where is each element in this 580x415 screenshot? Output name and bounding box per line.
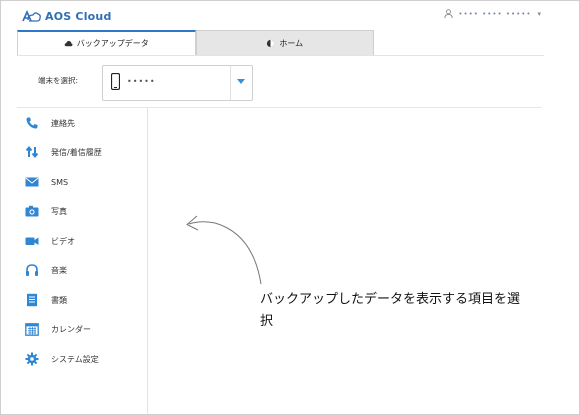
sidebar-item-label: カレンダー [51, 324, 91, 334]
sidebar: 連絡先 発信/着信履歴 SMS 写真 ビデオ 音楽 書類 カレンダー システム設… [1, 108, 148, 414]
sidebar-item-video[interactable]: ビデオ [25, 233, 75, 249]
camera-icon [25, 205, 39, 217]
cloud-icon [64, 40, 73, 47]
chevron-down-icon: ▾ [537, 9, 541, 18]
calendar-icon [25, 323, 39, 336]
sidebar-item-label: システム設定 [51, 354, 99, 364]
cloud-logo-icon [22, 10, 41, 22]
device-dropdown[interactable]: ••••• [102, 65, 253, 101]
tab-home[interactable]: ホーム [195, 30, 374, 55]
envelope-icon [25, 177, 39, 187]
user-icon [444, 9, 453, 18]
tab-label: ホーム [279, 38, 304, 48]
instruction-text: バックアップしたデータを表示する項目を選択 [260, 292, 521, 329]
tab-backup-data[interactable]: バックアップデータ [17, 30, 196, 55]
sidebar-item-calendar[interactable]: カレンダー [25, 321, 91, 337]
sidebar-item-call-log[interactable]: 発信/着信履歴 [25, 144, 102, 160]
dropdown-divider [230, 66, 231, 100]
window-frame: AOS Cloud •••• •••• ••••• ▾ バックアップデータ ホー… [0, 0, 580, 415]
user-name: •••• •••• ••••• [458, 9, 532, 18]
home-icon [267, 39, 275, 47]
sidebar-item-photos[interactable]: 写真 [25, 203, 67, 219]
dropdown-caret-icon[interactable] [237, 79, 245, 84]
headphones-icon [26, 264, 38, 276]
sidebar-item-sms[interactable]: SMS [25, 174, 68, 190]
sidebar-item-label: 音楽 [51, 265, 67, 275]
video-icon [25, 237, 39, 245]
sidebar-item-system-settings[interactable]: システム設定 [25, 351, 99, 367]
call-log-icon [25, 145, 39, 159]
app-title: AOS Cloud [45, 9, 112, 23]
phone-icon [26, 117, 38, 129]
device-select-label: 端末を選択: [38, 76, 79, 85]
gear-icon [25, 352, 39, 366]
sidebar-item-label: 写真 [51, 206, 67, 216]
curved-arrow-icon [186, 215, 262, 285]
sidebar-item-label: 連絡先 [51, 118, 75, 128]
main-tabs: バックアップデータ ホーム [17, 30, 374, 55]
sidebar-item-contacts[interactable]: 連絡先 [25, 115, 75, 131]
selected-device: ••••• [127, 77, 156, 86]
app-logo[interactable]: AOS Cloud [19, 7, 112, 25]
sidebar-item-label: 書類 [51, 295, 67, 305]
sidebar-item-music[interactable]: 音楽 [25, 262, 67, 278]
sidebar-item-documents[interactable]: 書類 [25, 292, 67, 308]
tab-label: バックアップデータ [76, 39, 149, 48]
user-menu[interactable]: •••• •••• ••••• ▾ [444, 9, 541, 18]
sidebar-item-label: 発信/着信履歴 [51, 147, 102, 157]
sidebar-item-label: SMS [51, 177, 69, 187]
smartphone-icon [111, 73, 120, 90]
document-icon [27, 293, 37, 307]
sidebar-item-label: ビデオ [51, 236, 75, 246]
tab-divider [17, 55, 544, 56]
